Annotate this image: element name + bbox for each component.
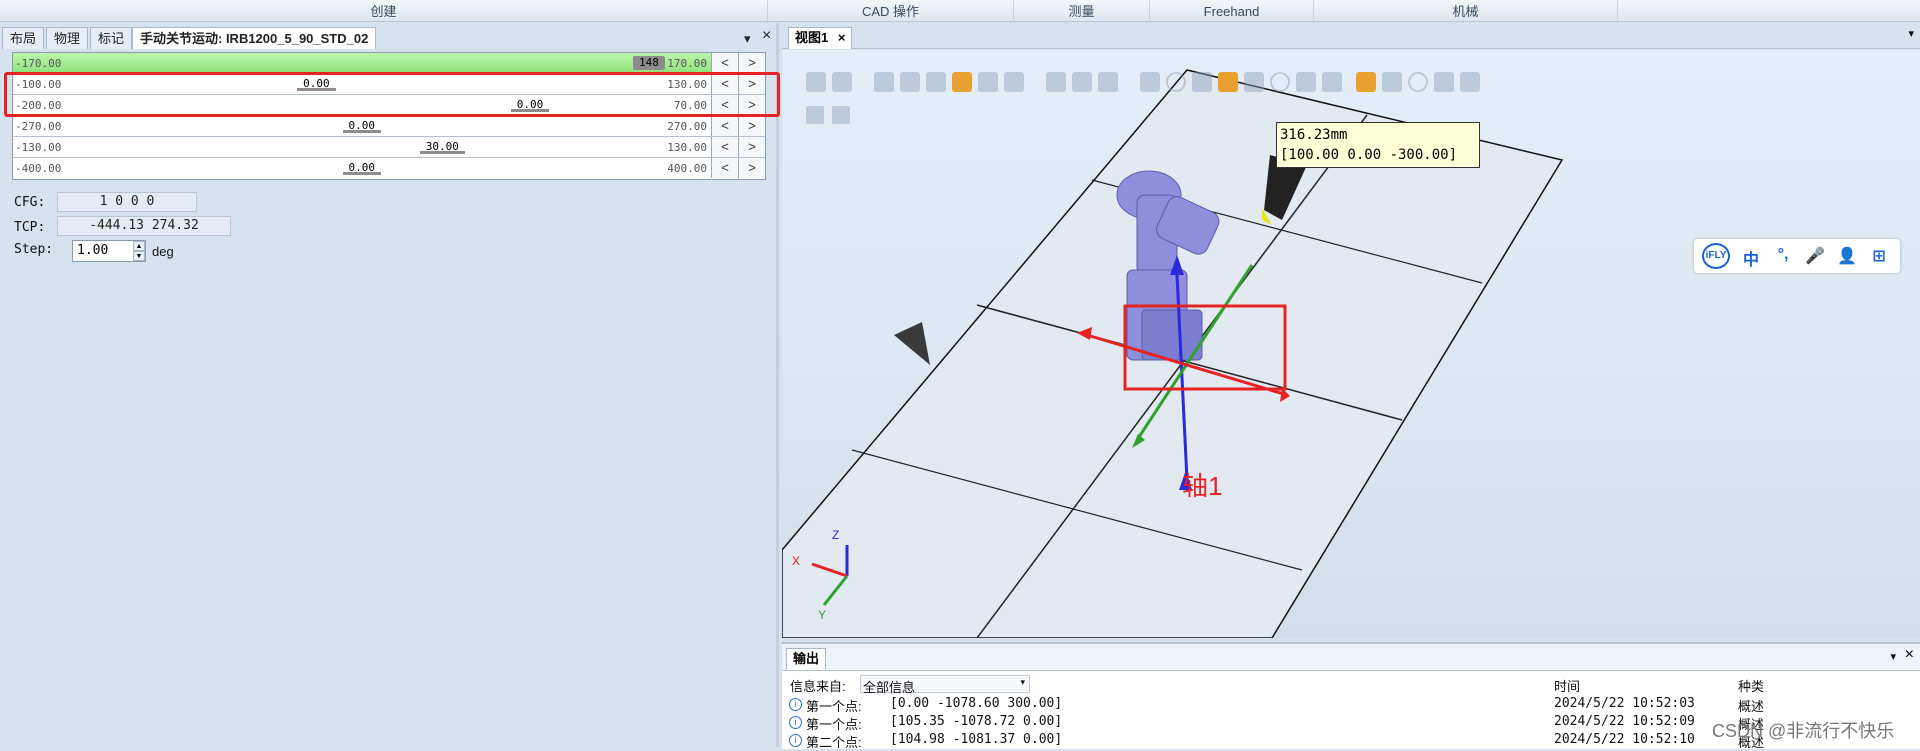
chinese-mode-icon[interactable]: 中 xyxy=(1740,246,1762,269)
step-unit: deg xyxy=(152,244,174,259)
info-icon: i xyxy=(789,698,802,711)
ribbon-group-mechanism[interactable]: 机械 xyxy=(1314,0,1618,22)
jog-decrease-button[interactable]: < xyxy=(711,158,738,178)
gizmo-y-label: Y xyxy=(818,608,827,622)
jog-decrease-button[interactable]: < xyxy=(711,53,738,73)
tab-layout[interactable]: 布局 xyxy=(2,27,45,49)
tcp-label: TCP: xyxy=(14,220,46,235)
active-measure-icon xyxy=(1218,72,1238,92)
spin-down-icon[interactable]: ▼ xyxy=(133,251,145,261)
close-icon[interactable]: × xyxy=(1905,646,1914,664)
info-icon: i xyxy=(789,716,802,729)
jog-increase-button[interactable]: > xyxy=(738,137,765,157)
microphone-icon[interactable]: 🎤 xyxy=(1804,246,1826,266)
row-time: 2024/5/22 10:52:10 xyxy=(1554,732,1695,747)
joint-max: 270.00 xyxy=(667,120,707,133)
row-name: 第一个点: xyxy=(806,699,862,714)
joint-row-4: -270.00 0.00 270.00 < > xyxy=(13,116,765,137)
watermark: CSDN @非流行不快乐 xyxy=(1712,721,1895,741)
ribbon-group-strip: 创建 CAD 操作 测量 Freehand 机械 xyxy=(0,0,1920,22)
info-icon: i xyxy=(789,734,802,747)
row-time: 2024/5/22 10:52:03 xyxy=(1554,696,1695,711)
tab-output[interactable]: 输出 xyxy=(786,648,827,670)
3d-viewport[interactable]: 316.23mm [100.00 0.00 -300.00] 轴1 X Y Z xyxy=(782,50,1920,638)
source-value: 全部信息 xyxy=(863,680,916,695)
axis-annotation: 轴1 xyxy=(1182,471,1223,501)
ifly-logo-icon[interactable]: iFLY xyxy=(1702,243,1730,269)
cfg-label: CFG: xyxy=(14,195,46,210)
joint-min: -400.00 xyxy=(15,162,62,175)
punctuation-icon[interactable]: °, xyxy=(1772,246,1794,266)
active-distance-icon xyxy=(1356,72,1376,92)
spin-up-icon[interactable]: ▲ xyxy=(133,241,145,251)
joint-slider-4[interactable]: -270.00 0.00 270.00 xyxy=(13,116,711,136)
joint-max: 130.00 xyxy=(667,141,707,154)
view-tab-bar: 视图1 × ▾ xyxy=(782,23,1920,49)
gizmo-x-label: X xyxy=(792,554,801,568)
joint-max: 400.00 xyxy=(667,162,707,175)
view-tab-label: 视图1 xyxy=(795,30,829,45)
dropdown-icon[interactable]: ▾ xyxy=(1908,27,1914,40)
joint-value[interactable]: 0.00 xyxy=(342,161,381,175)
joint-min: -130.00 xyxy=(15,141,62,154)
tab-physics[interactable]: 物理 xyxy=(46,27,89,49)
measure-distance: 316.23mm xyxy=(1280,127,1348,143)
joint-value[interactable]: 0.00 xyxy=(342,119,381,133)
source-label: 信息来自: xyxy=(790,679,846,694)
joint-row-6: -400.00 0.00 400.00 < > xyxy=(13,158,765,179)
ribbon-group-measure[interactable]: 测量 xyxy=(1014,0,1150,22)
left-panel-tabs: 布局 物理 标记 手动关节运动: IRB1200_5_90_STD_02 ▾ × xyxy=(0,27,779,49)
row-kind: 概述 xyxy=(1738,699,1765,714)
row-name: 第一个点: xyxy=(806,717,862,732)
cone-object xyxy=(894,322,930,365)
column-kind[interactable]: 种类 xyxy=(1738,676,1764,695)
jog-decrease-button[interactable]: < xyxy=(711,116,738,136)
ribbon-group-create[interactable]: 创建 xyxy=(0,0,768,22)
tcp-value: -444.13 274.32 xyxy=(57,216,231,236)
jog-decrease-button[interactable]: < xyxy=(711,137,738,157)
apps-grid-icon[interactable]: ⊞ xyxy=(1868,246,1890,266)
pin-icon[interactable]: ▾ xyxy=(1890,650,1896,663)
row-time: 2024/5/22 10:52:09 xyxy=(1554,714,1695,729)
pin-icon[interactable]: ▾ xyxy=(744,31,751,47)
gizmo-z-label: Z xyxy=(832,528,840,542)
close-icon[interactable]: × xyxy=(838,30,846,45)
measure-vector: [100.00 0.00 -300.00] xyxy=(1280,147,1458,163)
joint-row-1: -170.00 148 170.00 < > xyxy=(13,53,765,74)
ribbon-group-cad[interactable]: CAD 操作 xyxy=(768,0,1014,22)
jog-increase-button[interactable]: > xyxy=(738,53,765,73)
user-icon[interactable]: 👤 xyxy=(1836,246,1858,266)
jog-increase-button[interactable]: > xyxy=(738,158,765,178)
joint-value[interactable]: 148 xyxy=(633,56,665,70)
joint-slider-5[interactable]: -130.00 30.00 130.00 xyxy=(13,137,711,157)
joint-min: -170.00 xyxy=(15,57,62,70)
source-select[interactable]: 全部信息 ▾ xyxy=(860,675,1030,695)
column-time[interactable]: 时间 xyxy=(1554,676,1580,695)
close-icon[interactable]: × xyxy=(762,27,771,45)
joint-slider-6[interactable]: -400.00 0.00 400.00 xyxy=(13,158,711,178)
tab-tags[interactable]: 标记 xyxy=(90,27,133,49)
left-panel: 布局 物理 标记 手动关节运动: IRB1200_5_90_STD_02 ▾ ×… xyxy=(0,23,780,747)
active-tool-icon xyxy=(952,72,972,92)
measure-tooltip: 316.23mm [100.00 0.00 -300.00] xyxy=(1276,122,1480,168)
row-name: 第二个点: xyxy=(806,735,862,750)
tab-jog-joint[interactable]: 手动关节运动: IRB1200_5_90_STD_02 xyxy=(132,27,377,49)
highlight-box-joint1 xyxy=(4,72,780,117)
joint-slider-1[interactable]: -170.00 148 170.00 xyxy=(13,53,711,73)
joint-min: -270.00 xyxy=(15,120,62,133)
chevron-down-icon: ▾ xyxy=(1020,677,1025,687)
row-coords: [0.00 -1078.60 300.00] xyxy=(890,696,1063,711)
row-coords: [105.35 -1078.72 0.00] xyxy=(890,714,1063,729)
step-label: Step: xyxy=(14,242,54,257)
joint-max: 170.00 xyxy=(667,57,707,70)
jog-increase-button[interactable]: > xyxy=(738,116,765,136)
ribbon-group-freehand[interactable]: Freehand xyxy=(1150,0,1314,22)
ifly-input-toolbar: iFLY 中 °, 🎤 👤 ⊞ xyxy=(1694,239,1900,273)
row-coords: [104.98 -1081.37 0.00] xyxy=(890,732,1063,747)
joint-row-5: -130.00 30.00 130.00 < > xyxy=(13,137,765,158)
cfg-value: 1 0 0 0 xyxy=(57,192,197,212)
joint-value[interactable]: 30.00 xyxy=(419,140,465,154)
step-spinner[interactable]: ▲ ▼ xyxy=(133,241,145,261)
tab-view1[interactable]: 视图1 × xyxy=(788,27,853,49)
